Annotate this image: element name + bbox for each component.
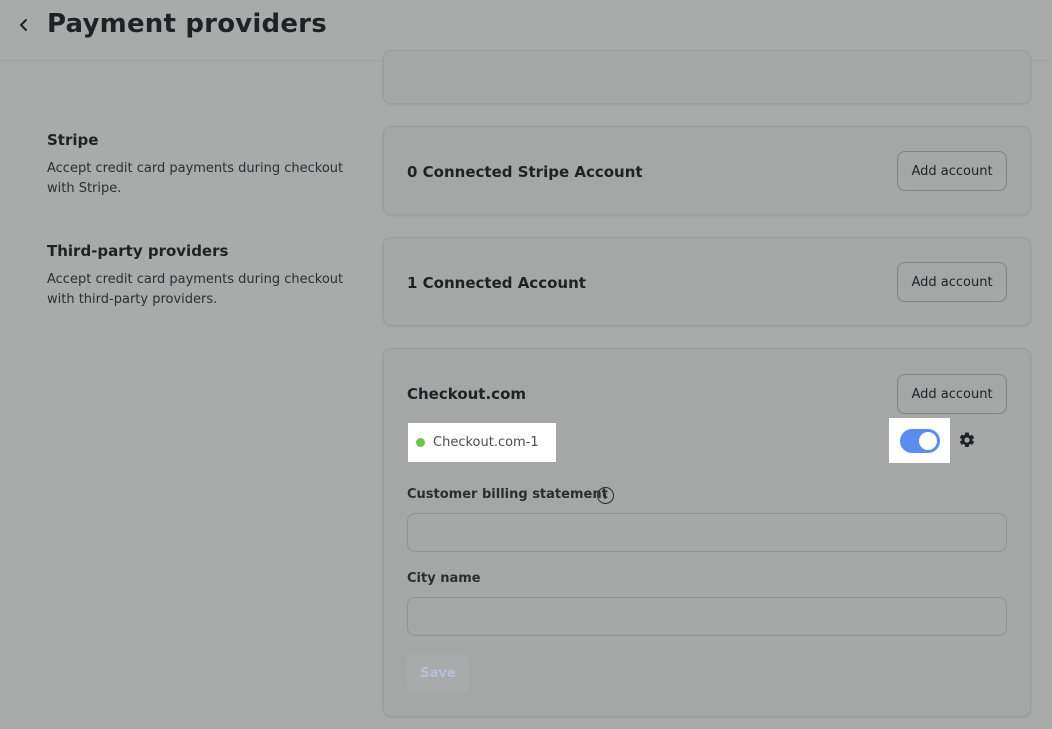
stripe-section-description: Accept credit card payments during check… bbox=[47, 161, 344, 196]
toggle-knob bbox=[918, 431, 937, 450]
previous-card bbox=[383, 50, 1031, 104]
billing-statement-label: Customer billing statement bbox=[407, 487, 608, 502]
status-dot-icon bbox=[416, 438, 425, 447]
third-party-connected-count: 1 Connected Account bbox=[407, 274, 586, 292]
gear-icon bbox=[959, 432, 975, 447]
save-button[interactable]: Save bbox=[407, 653, 469, 693]
back-button[interactable] bbox=[14, 12, 34, 38]
stripe-connected-count: 0 Connected Stripe Account bbox=[407, 163, 643, 181]
checkout-heading: Checkout.com bbox=[407, 385, 527, 403]
billing-statement-input[interactable] bbox=[407, 513, 1007, 552]
stripe-add-account-button[interactable]: Add account bbox=[897, 151, 1007, 191]
third-party-section-description: Accept credit card payments during check… bbox=[47, 272, 344, 307]
city-name-input[interactable] bbox=[407, 597, 1007, 636]
stripe-card: 0 Connected Stripe Account Add account bbox=[383, 126, 1031, 215]
info-icon[interactable]: i bbox=[597, 487, 614, 504]
checkout-account-name: Checkout.com-1 bbox=[433, 435, 539, 450]
page-title: Payment providers bbox=[47, 9, 327, 39]
city-name-label: City name bbox=[407, 571, 481, 586]
account-toggle-container bbox=[889, 418, 950, 463]
third-party-add-account-button[interactable]: Add account bbox=[897, 262, 1007, 302]
checkout-add-account-button[interactable]: Add account bbox=[897, 374, 1007, 414]
stripe-section-title: Stripe bbox=[47, 131, 99, 149]
third-party-section-title: Third-party providers bbox=[47, 242, 229, 260]
account-enabled-toggle[interactable] bbox=[899, 428, 940, 453]
chevron-left-icon bbox=[20, 19, 27, 31]
account-settings-button[interactable] bbox=[957, 430, 977, 450]
third-party-card: 1 Connected Account Add account bbox=[383, 237, 1031, 326]
checkout-account-item[interactable]: Checkout.com-1 bbox=[408, 423, 556, 462]
